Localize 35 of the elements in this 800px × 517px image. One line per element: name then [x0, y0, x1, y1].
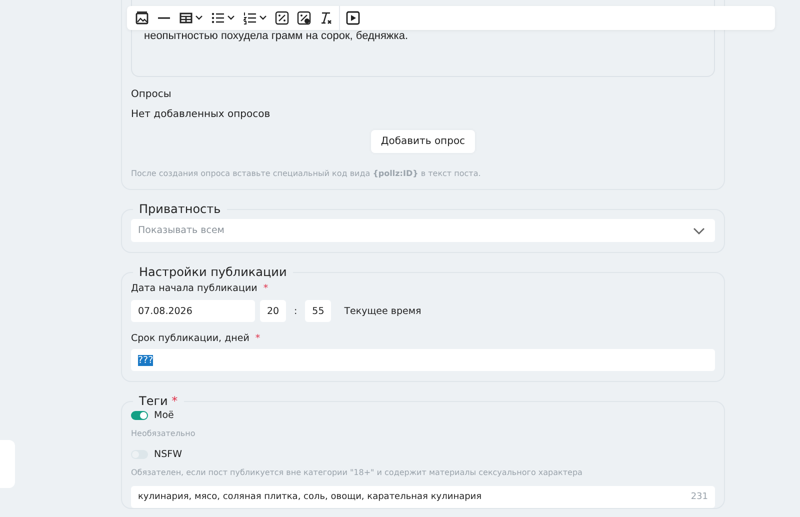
- section-label: Опросы: [131, 89, 172, 100]
- play-icon: [346, 11, 360, 25]
- toggle-label: NSFW: [154, 449, 182, 460]
- numbered-list-icon: [243, 11, 257, 25]
- caret-icon: [259, 15, 267, 21]
- field-label: Дата начала публикации: [131, 283, 258, 294]
- caret-icon: [195, 15, 203, 21]
- required-mark: *: [263, 283, 268, 294]
- hint-text: После создания опроса вставьте специальный код вида {pollz:ID} в текст поста.: [131, 169, 482, 178]
- section-title: Настройки публикации: [138, 265, 288, 279]
- percent-square-icon: [275, 11, 289, 25]
- add-poll-button[interactable]: Добавить опрос: [370, 130, 476, 153]
- hint-text: Необязательно: [131, 429, 196, 438]
- clear-format-icon: [319, 11, 333, 25]
- days-field[interactable]: ???: [131, 349, 715, 371]
- toggle-label: Моё: [154, 410, 174, 421]
- bullet-list-icon: [211, 11, 225, 25]
- hour-field[interactable]: 20: [260, 300, 286, 322]
- image-icon: [135, 11, 149, 25]
- time-separator: :: [294, 306, 298, 316]
- hint-text: Обязателен, если пост публикуется вне категории "18+" и содержит материалы сексуального характера: [131, 468, 582, 477]
- required-mark: *: [255, 333, 260, 344]
- section-title: Приватность: [138, 202, 222, 216]
- section-title: Теги *: [138, 394, 179, 408]
- toggle-switch[interactable]: [131, 411, 148, 420]
- date-field[interactable]: 07.08.2026: [131, 300, 255, 322]
- table-icon: [179, 11, 193, 25]
- caret-icon: [227, 15, 235, 21]
- chevron-down-icon: [693, 226, 705, 234]
- minute-field[interactable]: 55: [305, 300, 332, 322]
- empty-message: Нет добавленных опросов: [131, 109, 272, 120]
- tags-field[interactable]: кулинария, мясо, соляная плитка, соль, овощи, карательная кулинария 231: [131, 486, 715, 508]
- current-time-link[interactable]: Текущее время: [344, 306, 422, 316]
- image-settings-icon: [297, 11, 311, 25]
- field-label: Срок публикации, дней: [131, 333, 250, 344]
